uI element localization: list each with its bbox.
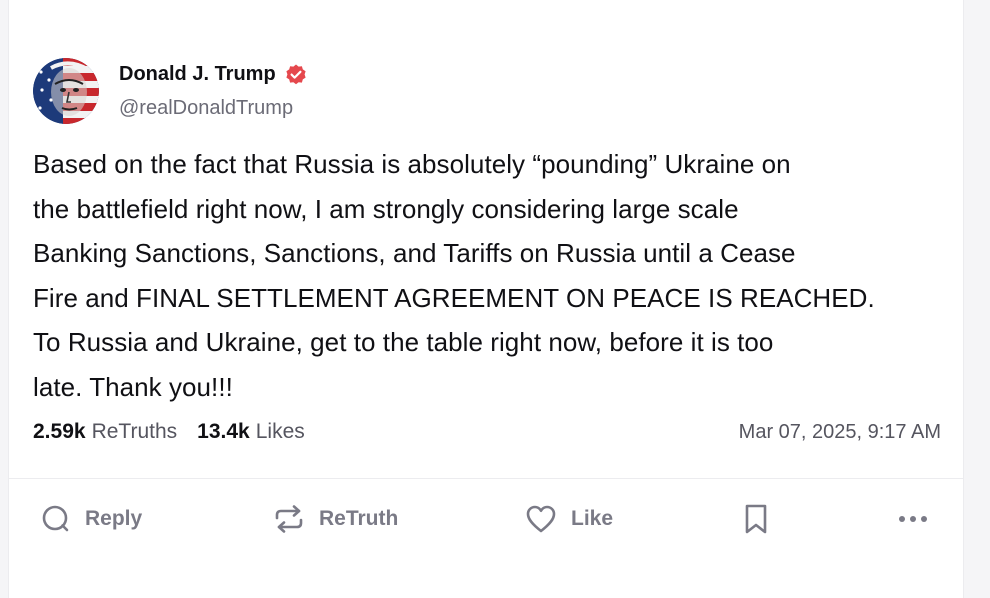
like-button[interactable]: Like [525,497,613,541]
reply-button[interactable]: Reply [41,497,142,541]
bookmark-button[interactable] [743,497,769,541]
heart-icon [525,504,557,534]
more-icon [897,514,929,524]
like-label: Like [571,507,614,530]
author-names: Donald J. Trump @realDonaldTrump [119,63,308,120]
bookmark-icon [743,503,769,535]
post-card: Donald J. Trump @realDonaldTrump Based o… [8,0,964,598]
verified-badge-icon [284,63,308,87]
retruth-button[interactable]: ReTruth [273,497,398,541]
likes-label[interactable]: Likes [256,420,305,444]
post-stats: 2.59k ReTruths 13.4k Likes Mar 07, 2025,… [33,420,941,444]
likes-count[interactable]: 13.4k [197,420,250,444]
retruths-count[interactable]: 2.59k [33,420,86,444]
post-text: Based on the fact that Russia is absolut… [33,149,875,402]
retruths-label[interactable]: ReTruths [92,420,178,444]
author-avatar[interactable] [33,58,99,124]
author-display-name[interactable]: Donald J. Trump [119,63,276,86]
post-header: Donald J. Trump @realDonaldTrump [33,58,308,124]
retruth-icon [273,504,305,534]
author-handle[interactable]: @realDonaldTrump [119,97,308,120]
post-timestamp[interactable]: Mar 07, 2025, 9:17 AM [739,421,941,444]
actions-divider [9,478,963,479]
more-options-button[interactable] [897,497,929,541]
reply-label: Reply [85,507,143,530]
action-bar: Reply ReTruth Like [9,497,965,541]
reply-icon [41,504,71,534]
name-row: Donald J. Trump [119,63,308,87]
retruth-label: ReTruth [319,507,399,530]
